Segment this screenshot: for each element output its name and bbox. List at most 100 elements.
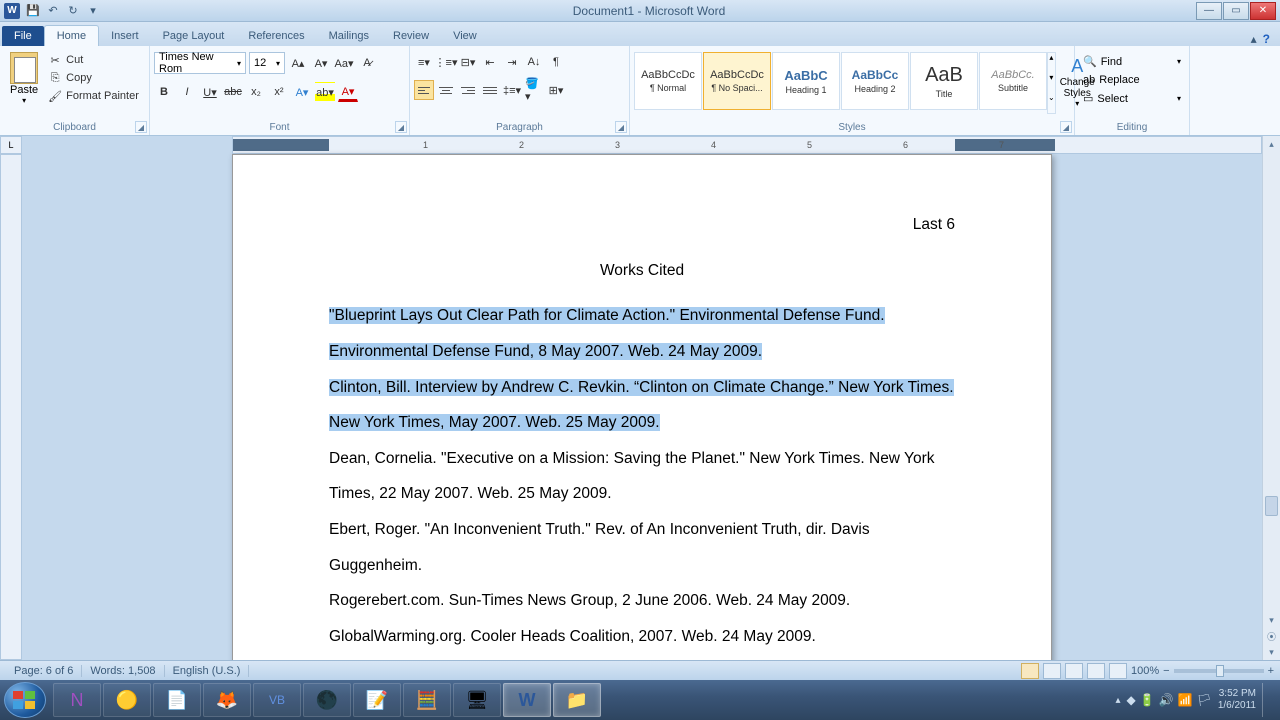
undo-button[interactable]: ↶ xyxy=(44,2,62,20)
full-screen-view-button[interactable] xyxy=(1043,663,1061,679)
shrink-font-button[interactable]: A▾ xyxy=(311,53,331,73)
help-icon[interactable]: ? xyxy=(1263,32,1270,46)
web-layout-view-button[interactable] xyxy=(1065,663,1083,679)
zoom-thumb[interactable] xyxy=(1216,665,1224,677)
tray-icon[interactable]: 🏳 xyxy=(1197,693,1212,707)
tab-file[interactable]: File xyxy=(2,26,44,46)
tab-view[interactable]: View xyxy=(441,26,489,46)
line-spacing-button[interactable]: ‡≡▾ xyxy=(502,80,522,100)
font-color-button[interactable]: A▾ xyxy=(338,82,358,102)
style-item-title[interactable]: AaBTitle xyxy=(910,52,978,110)
taskbar-explorer[interactable]: 📁 xyxy=(553,683,601,717)
paragraph-launcher[interactable]: ◢ xyxy=(615,121,627,133)
gallery-more-icon[interactable]: ⌄ xyxy=(1048,93,1055,113)
word-count[interactable]: Words: 1,508 xyxy=(82,665,164,677)
zoom-slider[interactable] xyxy=(1174,669,1264,673)
qat-customize-icon[interactable]: ▾ xyxy=(84,2,102,20)
style-item-subtitle[interactable]: AaBbCc.Subtitle xyxy=(979,52,1047,110)
redo-button[interactable]: ↻ xyxy=(64,2,82,20)
taskbar-app1[interactable]: 🟡 xyxy=(103,683,151,717)
style-item-heading-2[interactable]: AaBbCcHeading 2 xyxy=(841,52,909,110)
superscript-button[interactable]: x² xyxy=(269,82,289,102)
tab-review[interactable]: Review xyxy=(381,26,441,46)
text-effects-button[interactable]: A▾ xyxy=(292,82,312,102)
tray-icon[interactable]: 📶 xyxy=(1178,693,1193,707)
tab-insert[interactable]: Insert xyxy=(99,26,151,46)
document-page[interactable]: Last 6 Works Cited "Blueprint Lays Out C… xyxy=(232,154,1052,660)
scroll-down-icon[interactable]: ▾ xyxy=(1263,612,1280,628)
strikethrough-button[interactable]: abc xyxy=(223,82,243,102)
paste-button[interactable]: Paste ▾ xyxy=(4,48,44,116)
taskbar-calc[interactable]: 🧮 xyxy=(403,683,451,717)
subscript-button[interactable]: x₂ xyxy=(246,82,266,102)
grow-font-button[interactable]: A▴ xyxy=(288,53,308,73)
taskbar-vb[interactable]: VB xyxy=(253,683,301,717)
taskbar-onenote[interactable]: N xyxy=(53,683,101,717)
styles-launcher[interactable]: ◢ xyxy=(1060,121,1072,133)
tab-home[interactable]: Home xyxy=(44,25,99,46)
save-button[interactable]: 💾 xyxy=(24,2,42,20)
page-status[interactable]: Page: 6 of 6 xyxy=(6,665,82,677)
select-button[interactable]: ▭Select▾ xyxy=(1079,89,1185,108)
gallery-down-icon[interactable]: ▾ xyxy=(1048,73,1055,93)
next-page-icon[interactable]: ▾ xyxy=(1263,644,1280,660)
gallery-up-icon[interactable]: ▴ xyxy=(1048,53,1055,73)
tab-references[interactable]: References xyxy=(236,26,316,46)
font-size-combo[interactable]: 12▾ xyxy=(249,52,285,74)
maximize-button[interactable]: ▭ xyxy=(1223,2,1249,20)
zoom-out-button[interactable]: − xyxy=(1163,665,1169,677)
shading-button[interactable]: 🪣▾ xyxy=(524,80,544,100)
close-button[interactable]: ✕ xyxy=(1250,2,1276,20)
find-button[interactable]: 🔍Find▾ xyxy=(1079,52,1185,71)
zoom-in-button[interactable]: + xyxy=(1268,665,1274,677)
scroll-thumb[interactable] xyxy=(1265,496,1278,516)
taskbar-app3[interactable]: 🖥 xyxy=(453,683,501,717)
align-center-button[interactable] xyxy=(436,80,456,100)
increase-indent-button[interactable]: ⇥ xyxy=(502,52,522,72)
minimize-ribbon-icon[interactable]: ▴ xyxy=(1251,32,1257,46)
clear-formatting-button[interactable]: A̷ xyxy=(357,53,377,73)
horizontal-ruler[interactable]: 1 2 3 4 5 6 7 xyxy=(232,136,1262,154)
clipboard-launcher[interactable]: ◢ xyxy=(135,121,147,133)
language-status[interactable]: English (U.S.) xyxy=(165,665,250,677)
tray-icon[interactable]: 🔊 xyxy=(1159,693,1174,707)
tray-expand-icon[interactable]: ▴ xyxy=(1115,695,1120,706)
vertical-ruler[interactable] xyxy=(0,154,22,660)
scroll-up-icon[interactable]: ▴ xyxy=(1263,136,1280,152)
start-button[interactable] xyxy=(4,682,46,718)
numbering-button[interactable]: ⋮≡▾ xyxy=(436,52,456,72)
show-desktop-button[interactable] xyxy=(1262,683,1270,717)
align-left-button[interactable] xyxy=(414,80,434,100)
change-case-button[interactable]: Aa▾ xyxy=(334,53,354,73)
style-item--normal[interactable]: AaBbCcDc¶ Normal xyxy=(634,52,702,110)
zoom-level[interactable]: 100% xyxy=(1131,665,1159,677)
copy-button[interactable]: ⎘Copy xyxy=(44,70,143,86)
prev-page-icon[interactable]: ⦿ xyxy=(1263,628,1280,644)
taskbar-app2[interactable]: 📄 xyxy=(153,683,201,717)
format-painter-button[interactable]: 🖌Format Painter xyxy=(44,88,143,104)
show-marks-button[interactable]: ¶ xyxy=(546,52,566,72)
borders-button[interactable]: ⊞▾ xyxy=(546,80,566,100)
replace-button[interactable]: abReplace xyxy=(1079,71,1185,89)
multilevel-button[interactable]: ⊟▾ xyxy=(458,52,478,72)
minimize-button[interactable]: — xyxy=(1196,2,1222,20)
tab-page-layout[interactable]: Page Layout xyxy=(151,26,237,46)
align-right-button[interactable] xyxy=(458,80,478,100)
taskbar-eclipse[interactable]: 🌑 xyxy=(303,683,351,717)
draft-view-button[interactable] xyxy=(1109,663,1127,679)
highlight-button[interactable]: ab▾ xyxy=(315,82,335,102)
bold-button[interactable]: B xyxy=(154,82,174,102)
taskbar-firefox[interactable]: 🦊 xyxy=(203,683,251,717)
font-name-combo[interactable]: Times New Rom▾ xyxy=(154,52,246,74)
tray-icon[interactable]: 🔋 xyxy=(1140,693,1155,707)
taskbar-notes[interactable]: 📝 xyxy=(353,683,401,717)
ruler-corner[interactable]: L xyxy=(0,136,22,154)
print-layout-view-button[interactable] xyxy=(1021,663,1039,679)
taskbar-word[interactable]: W xyxy=(503,683,551,717)
clock[interactable]: 3:52 PM 1/6/2011 xyxy=(1218,688,1256,712)
style-item-heading-1[interactable]: AaBbCHeading 1 xyxy=(772,52,840,110)
sort-button[interactable]: A↓ xyxy=(524,52,544,72)
vertical-scrollbar[interactable]: ▴ ▾ ⦿ ▾ xyxy=(1262,136,1280,660)
italic-button[interactable]: I xyxy=(177,82,197,102)
tray-icon[interactable]: ◆ xyxy=(1126,693,1135,707)
